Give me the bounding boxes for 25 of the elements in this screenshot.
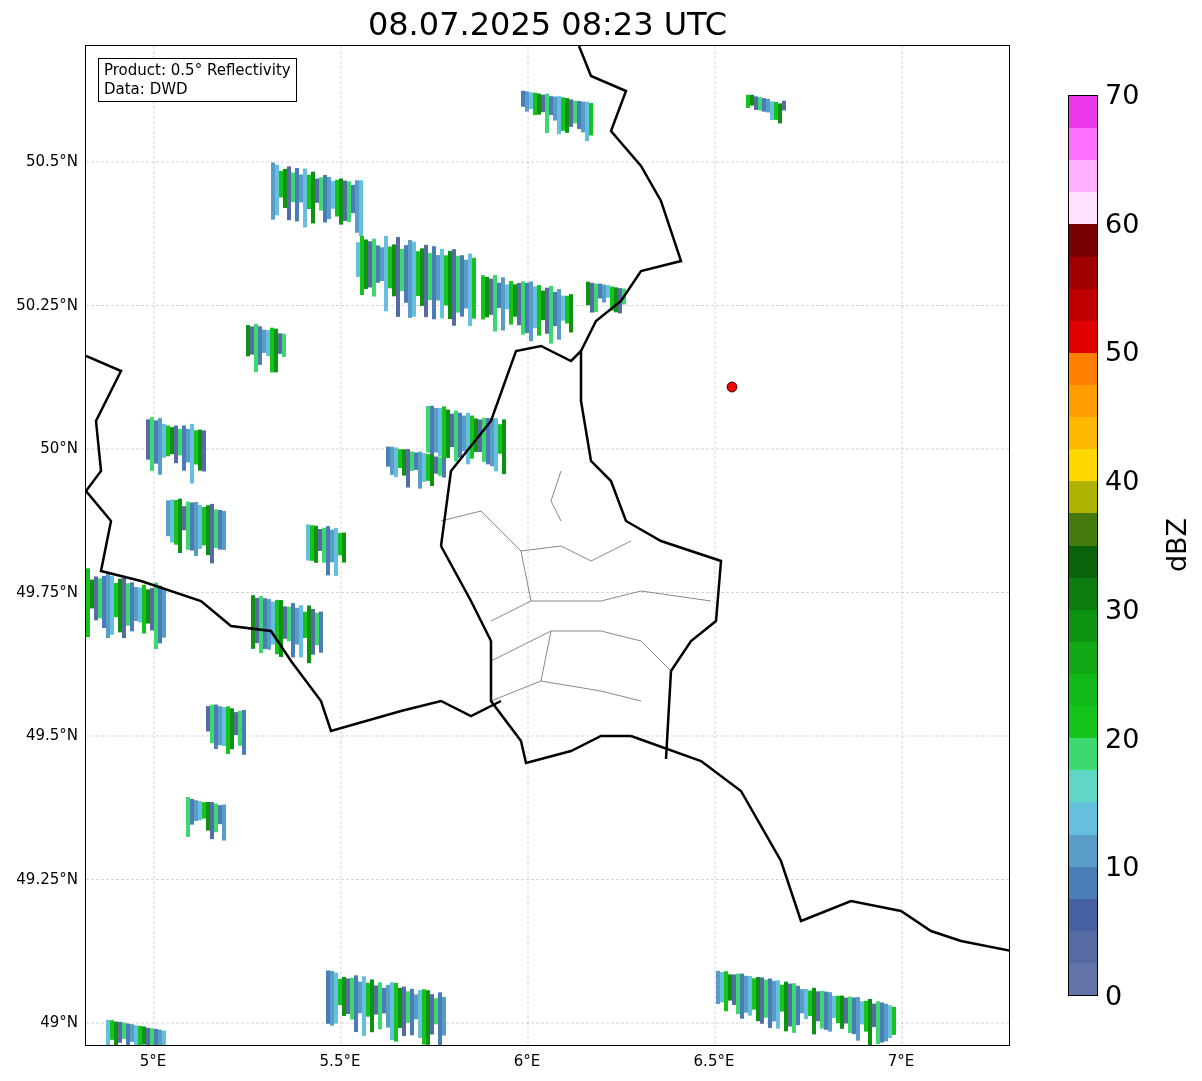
latitude-label: 50.5°N	[25, 152, 78, 170]
colorbar-tick-label: 30	[1105, 594, 1140, 625]
longitude-label: 7°E	[886, 1052, 916, 1070]
colorbar-tick-label: 60	[1105, 208, 1140, 239]
info-text: Product: 0.5° Reflectivity	[104, 61, 291, 80]
info-text: Data: DWD	[104, 80, 189, 99]
longitude-label: 6°E	[512, 1052, 542, 1070]
latitude-label: 49.75°N	[16, 582, 78, 601]
latitude-label: 50.25°N	[16, 295, 78, 314]
colorbar-tick-label: 10	[1105, 852, 1140, 883]
latitude-label: 49°N	[40, 1013, 78, 1031]
longitude-label: 5.5°E	[318, 1052, 362, 1070]
latitude-label: 49.5°N	[25, 726, 78, 744]
longitude-label: 6.5°E	[692, 1052, 736, 1070]
chart-title: 08.07.2025 08:23 UTC	[366, 4, 729, 45]
latitude-label: 49.25°N	[16, 869, 78, 888]
colorbar-tick-label: 70	[1105, 80, 1140, 110]
longitude-label: 5°E	[138, 1052, 168, 1070]
colorbar-label: dBZ	[1162, 517, 1193, 573]
colorbar-tick-label: 40	[1105, 466, 1140, 497]
colorbar-tick-label: 0	[1105, 981, 1123, 1011]
colorbar-tick-label: 50	[1105, 337, 1140, 368]
colorbar-tick-label: 20	[1105, 723, 1140, 754]
radar-site-marker	[726, 381, 738, 393]
latitude-label: 50°N	[40, 439, 78, 457]
